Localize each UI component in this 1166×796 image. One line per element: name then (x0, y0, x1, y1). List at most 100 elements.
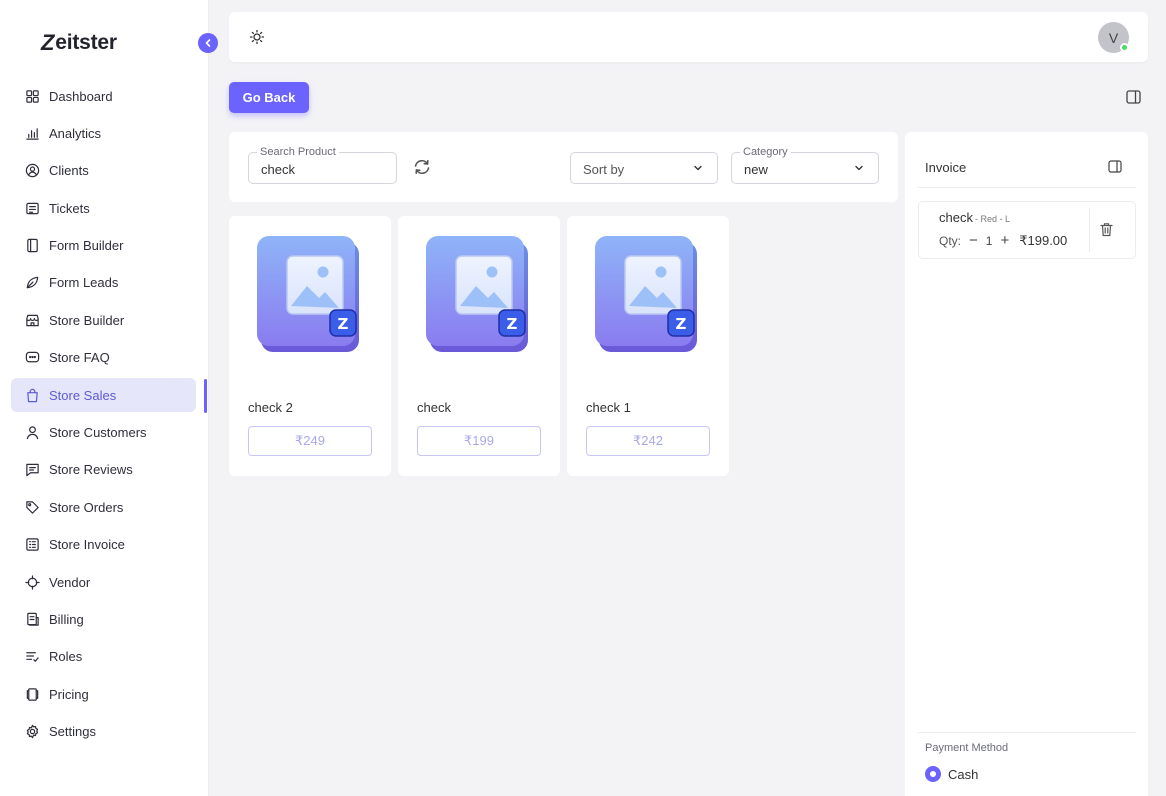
invoice-panel-toggle[interactable] (1108, 160, 1122, 178)
sidebar-item-clients[interactable]: Clients (11, 154, 196, 188)
sidebar-item-tickets[interactable]: Tickets (11, 191, 196, 225)
sidebar-item-billing[interactable]: Billing (11, 602, 196, 636)
qty-plus-button[interactable]: + (1000, 232, 1009, 249)
category-select[interactable]: Category new (731, 146, 879, 184)
chevron-down-icon (694, 165, 702, 171)
sort-select[interactable]: Sort by (570, 152, 718, 184)
sidebar-item-analytics[interactable]: Analytics (11, 116, 196, 150)
product-price-button[interactable]: ₹249 (248, 426, 372, 456)
sidebar-item-store-builder[interactable]: Store Builder (11, 303, 196, 337)
sidebar-item-settings[interactable]: Settings (11, 715, 196, 749)
sidebar-item-form-builder[interactable]: Form Builder (11, 229, 196, 263)
product-image: Z (589, 230, 705, 360)
brand-logo[interactable]: Z eitster (41, 30, 117, 56)
online-status-dot (1120, 43, 1129, 52)
user-circle-icon (24, 163, 40, 179)
vendor-icon (24, 574, 40, 590)
divider (1089, 208, 1090, 252)
sidebar-item-label: Pricing (49, 686, 89, 702)
sidebar-panel-icon (1126, 90, 1141, 104)
user-icon (24, 425, 40, 441)
sidebar-item-store-orders[interactable]: Store Orders (11, 490, 196, 524)
search-label: Search Product (257, 146, 339, 158)
search-input[interactable]: Search Product check (248, 146, 397, 184)
product-card[interactable]: Zcheck 2 ₹249 (229, 216, 391, 476)
product-name: check 2 (248, 400, 293, 415)
sidebar-item-label: Tickets (49, 200, 90, 216)
radio-selected[interactable] (925, 766, 941, 782)
category-value: new (744, 162, 768, 177)
quantity-stepper: Qty: − 1 + ₹199.00 (939, 232, 1075, 249)
product-image: Z (420, 230, 536, 360)
sidebar-item-form-leads[interactable]: Form Leads (11, 266, 196, 300)
sidebar-item-label: Dashboard (49, 88, 113, 104)
go-back-button[interactable]: Go Back (229, 82, 309, 113)
form-icon (24, 238, 40, 254)
qty-value: 1 (985, 233, 993, 248)
sidebar-item-label: Store Invoice (49, 537, 125, 553)
invoice-item-variant: - Red - L (974, 214, 1010, 224)
payment-option-label: Cash (948, 766, 979, 782)
brand-mark: Z (41, 30, 55, 55)
invoice-panel: Invoice check - Red - L Qty: − 1 + ₹199.0… (905, 132, 1148, 796)
product-price-button[interactable]: ₹242 (586, 426, 710, 456)
invoice-item: check - Red - L Qty: − 1 + ₹199.00 (918, 201, 1136, 259)
sidebar-item-pricing[interactable]: Pricing (11, 677, 196, 711)
sidebar-item-label: Settings (49, 724, 96, 740)
sidebar-item-label: Clients (49, 163, 89, 179)
theme-toggle[interactable] (249, 29, 265, 50)
roles-icon (24, 649, 40, 665)
sidebar-item-label: Form Builder (49, 238, 124, 254)
svg-text:Z: Z (507, 315, 518, 333)
qty-minus-button[interactable]: − (969, 232, 978, 249)
sidebar-collapse-button[interactable] (198, 33, 218, 53)
store-icon (24, 312, 40, 328)
sun-icon (249, 29, 265, 45)
product-card[interactable]: Zcheck 1 ₹242 (567, 216, 729, 476)
sidebar-item-label: Store Sales (49, 387, 117, 403)
product-price-button[interactable]: ₹199 (417, 426, 541, 456)
pricing-icon (24, 686, 40, 702)
filter-bar: Search Product check Sort by Category ne… (229, 132, 898, 202)
search-value: check (261, 162, 295, 177)
sidebar-item-label: Store Orders (49, 499, 124, 515)
invoice-icon (24, 537, 40, 553)
chat-icon (24, 350, 40, 366)
sidebar-item-store-customers[interactable]: Store Customers (11, 416, 196, 450)
settings-icon (24, 724, 40, 740)
payment-method-label: Payment Method (925, 742, 1009, 754)
chevron-left-icon (205, 39, 211, 47)
sidebar-item-store-reviews[interactable]: Store Reviews (11, 453, 196, 487)
tag-icon (24, 499, 40, 515)
sidebar-item-dashboard[interactable]: Dashboard (11, 79, 196, 113)
sidebar-item-store-faq[interactable]: Store FAQ (11, 341, 196, 375)
sidebar-item-label: Form Leads (49, 275, 119, 291)
delete-item-button[interactable] (1100, 222, 1113, 242)
refresh-button[interactable] (412, 159, 432, 180)
divider (918, 732, 1136, 733)
active-indicator (204, 379, 207, 413)
billing-icon (24, 611, 40, 627)
invoice-title: Invoice (925, 160, 967, 175)
sidebar-item-store-invoice[interactable]: Store Invoice (11, 528, 196, 562)
sidebar-item-label: Store Builder (49, 312, 125, 328)
sidebar-item-roles[interactable]: Roles (11, 640, 196, 674)
sidebar-item-store-sales[interactable]: Store Sales (11, 378, 196, 413)
sort-placeholder: Sort by (583, 162, 625, 177)
product-card[interactable]: Zcheck ₹199 (398, 216, 560, 476)
sidebar-item-label: Vendor (49, 574, 91, 590)
panel-toggle-button[interactable] (1126, 90, 1141, 109)
bag-icon (24, 387, 40, 403)
bar-chart-icon (24, 125, 40, 141)
sidebar-item-label: Analytics (49, 125, 102, 141)
trash-icon (1100, 223, 1113, 237)
divider (918, 187, 1136, 188)
sidebar-item-vendor[interactable]: Vendor (11, 565, 196, 599)
sidebar-item-label: Store FAQ (49, 350, 110, 366)
ticket-icon (24, 200, 40, 216)
category-label: Category (740, 146, 791, 158)
svg-text:Z: Z (676, 315, 687, 333)
payment-option-cash[interactable]: Cash (925, 766, 978, 782)
qty-label: Qty: (939, 233, 962, 248)
product-name: check (417, 400, 451, 415)
